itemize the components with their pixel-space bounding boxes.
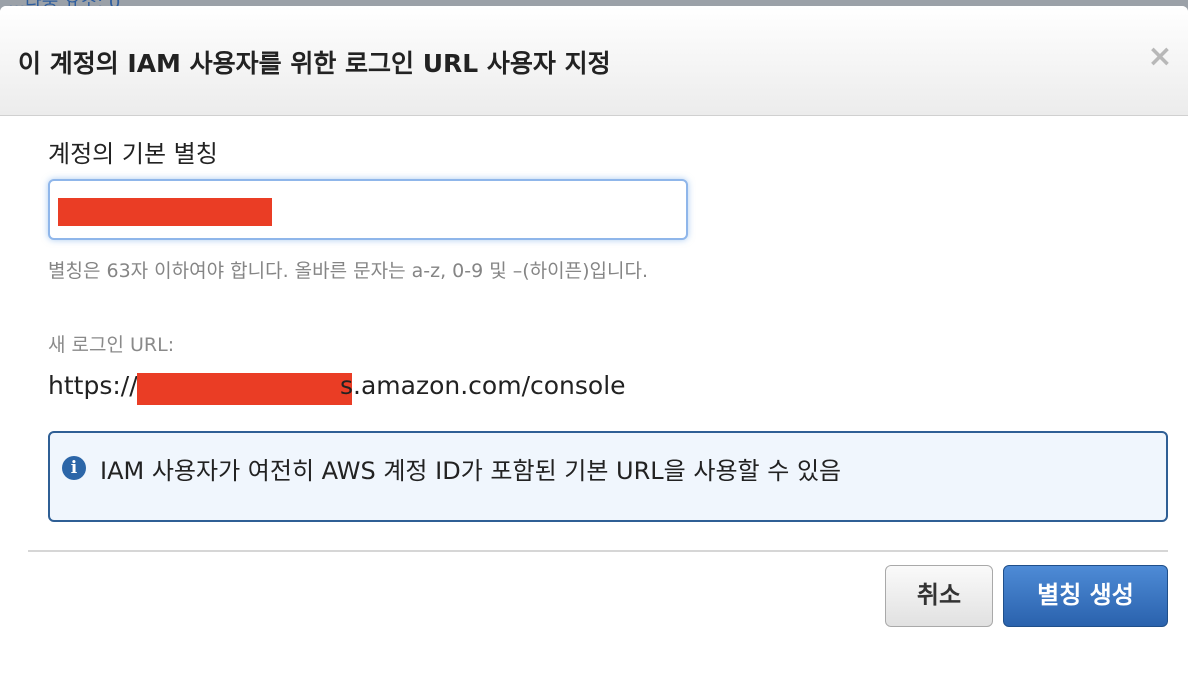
alias-help-text: 별칭은 63자 이하여야 합니다. 올바른 문자는 a-z, 0-9 및 –(하…: [48, 260, 649, 282]
new-url-label: 새 로그인 URL:: [48, 334, 175, 356]
redaction-mark-alias: [58, 198, 272, 226]
cancel-button[interactable]: 취소: [885, 565, 993, 627]
info-icon: i: [62, 456, 86, 480]
info-text: IAM 사용자가 여전히 AWS 계정 ID가 포함된 기본 URL을 사용할 …: [100, 457, 842, 485]
alias-label: 계정의 기본 별칭: [48, 140, 218, 168]
close-icon[interactable]: ×: [1146, 42, 1174, 72]
dialog-header: 이 계정의 IAM 사용자를 위한 로그인 URL 사용자 지정 ×: [0, 6, 1188, 116]
dialog-title: 이 계정의 IAM 사용자를 위한 로그인 URL 사용자 지정: [18, 49, 611, 78]
create-alias-button[interactable]: 별칭 생성: [1003, 565, 1168, 627]
footer-divider: [28, 550, 1168, 552]
new-url-prefix: https://: [48, 371, 138, 400]
redaction-mark-url: [137, 373, 352, 405]
new-url-suffix: s.amazon.com/console: [340, 371, 626, 400]
info-alert: i IAM 사용자가 여전히 AWS 계정 ID가 포함된 기본 URL을 사용…: [48, 431, 1168, 522]
